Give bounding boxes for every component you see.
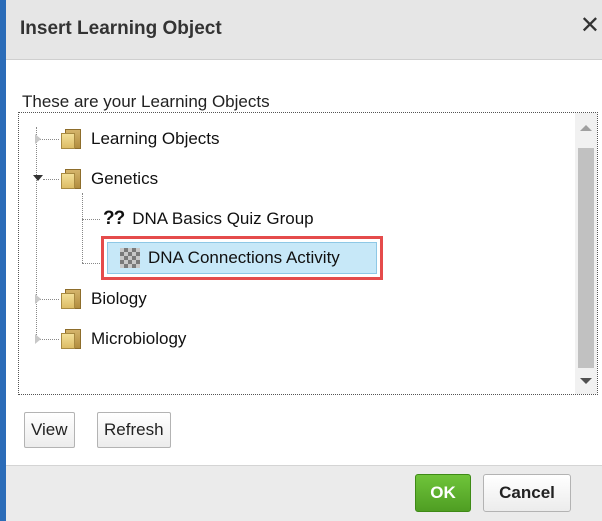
folder-icon xyxy=(61,169,83,189)
dialog-titlebar: Insert Learning Object ✕ xyxy=(6,0,602,60)
expand-arrow-icon[interactable] xyxy=(35,294,41,304)
folder-icon xyxy=(61,329,83,349)
tree-connector xyxy=(39,339,59,340)
tree-connector xyxy=(82,193,83,263)
tree-item-label: DNA Basics Quiz Group xyxy=(132,209,314,228)
tree-connector xyxy=(36,127,37,339)
ok-button[interactable]: OK xyxy=(415,474,471,512)
insert-learning-object-dialog: Insert Learning Object ✕ These are your … xyxy=(0,0,602,521)
dialog-title: Insert Learning Object xyxy=(20,18,222,39)
expand-arrow-icon[interactable] xyxy=(35,334,41,344)
tree-item-dna-connections-activity[interactable]: DNA Connections Activity xyxy=(107,242,377,274)
refresh-button[interactable]: Refresh xyxy=(97,412,171,448)
tree-scrollbar[interactable] xyxy=(575,113,597,394)
close-icon[interactable]: ✕ xyxy=(580,14,600,38)
tree-item-biology[interactable]: Biology xyxy=(61,285,147,313)
tree-item-dna-basics-quiz-group[interactable]: ?? DNA Basics Quiz Group xyxy=(103,205,314,233)
tree-connector xyxy=(43,179,59,180)
collapse-arrow-icon[interactable] xyxy=(33,175,43,181)
tree-item-label: Learning Objects xyxy=(91,129,220,148)
window-border xyxy=(0,0,6,521)
expand-arrow-icon[interactable] xyxy=(35,134,41,144)
activity-icon xyxy=(120,248,140,268)
scroll-down-arrow-icon[interactable] xyxy=(580,378,592,384)
tree-item-label: DNA Connections Activity xyxy=(148,248,340,267)
tree-item-genetics[interactable]: Genetics xyxy=(61,165,158,193)
tree-item-label: Microbiology xyxy=(91,329,187,348)
selected-item-highlight: DNA Connections Activity xyxy=(101,236,383,280)
quiz-group-icon: ?? xyxy=(103,208,125,229)
tree-connector xyxy=(39,299,59,300)
view-button[interactable]: View xyxy=(24,412,75,448)
tree-item-microbiology[interactable]: Microbiology xyxy=(61,325,186,353)
tree-item-label: Genetics xyxy=(91,169,159,188)
tree-item-label: Biology xyxy=(91,289,147,308)
cancel-button[interactable]: Cancel xyxy=(483,474,571,512)
tree-connector xyxy=(39,139,59,140)
folder-icon xyxy=(61,129,83,149)
tree-item-learning-objects[interactable]: Learning Objects xyxy=(61,125,220,153)
scrollbar-thumb[interactable] xyxy=(578,148,594,368)
tree-connector xyxy=(82,219,100,220)
tree-connector xyxy=(82,263,100,264)
folder-icon xyxy=(61,289,83,309)
intro-text: These are your Learning Objects xyxy=(22,92,270,111)
scroll-up-arrow-icon[interactable] xyxy=(580,125,592,131)
